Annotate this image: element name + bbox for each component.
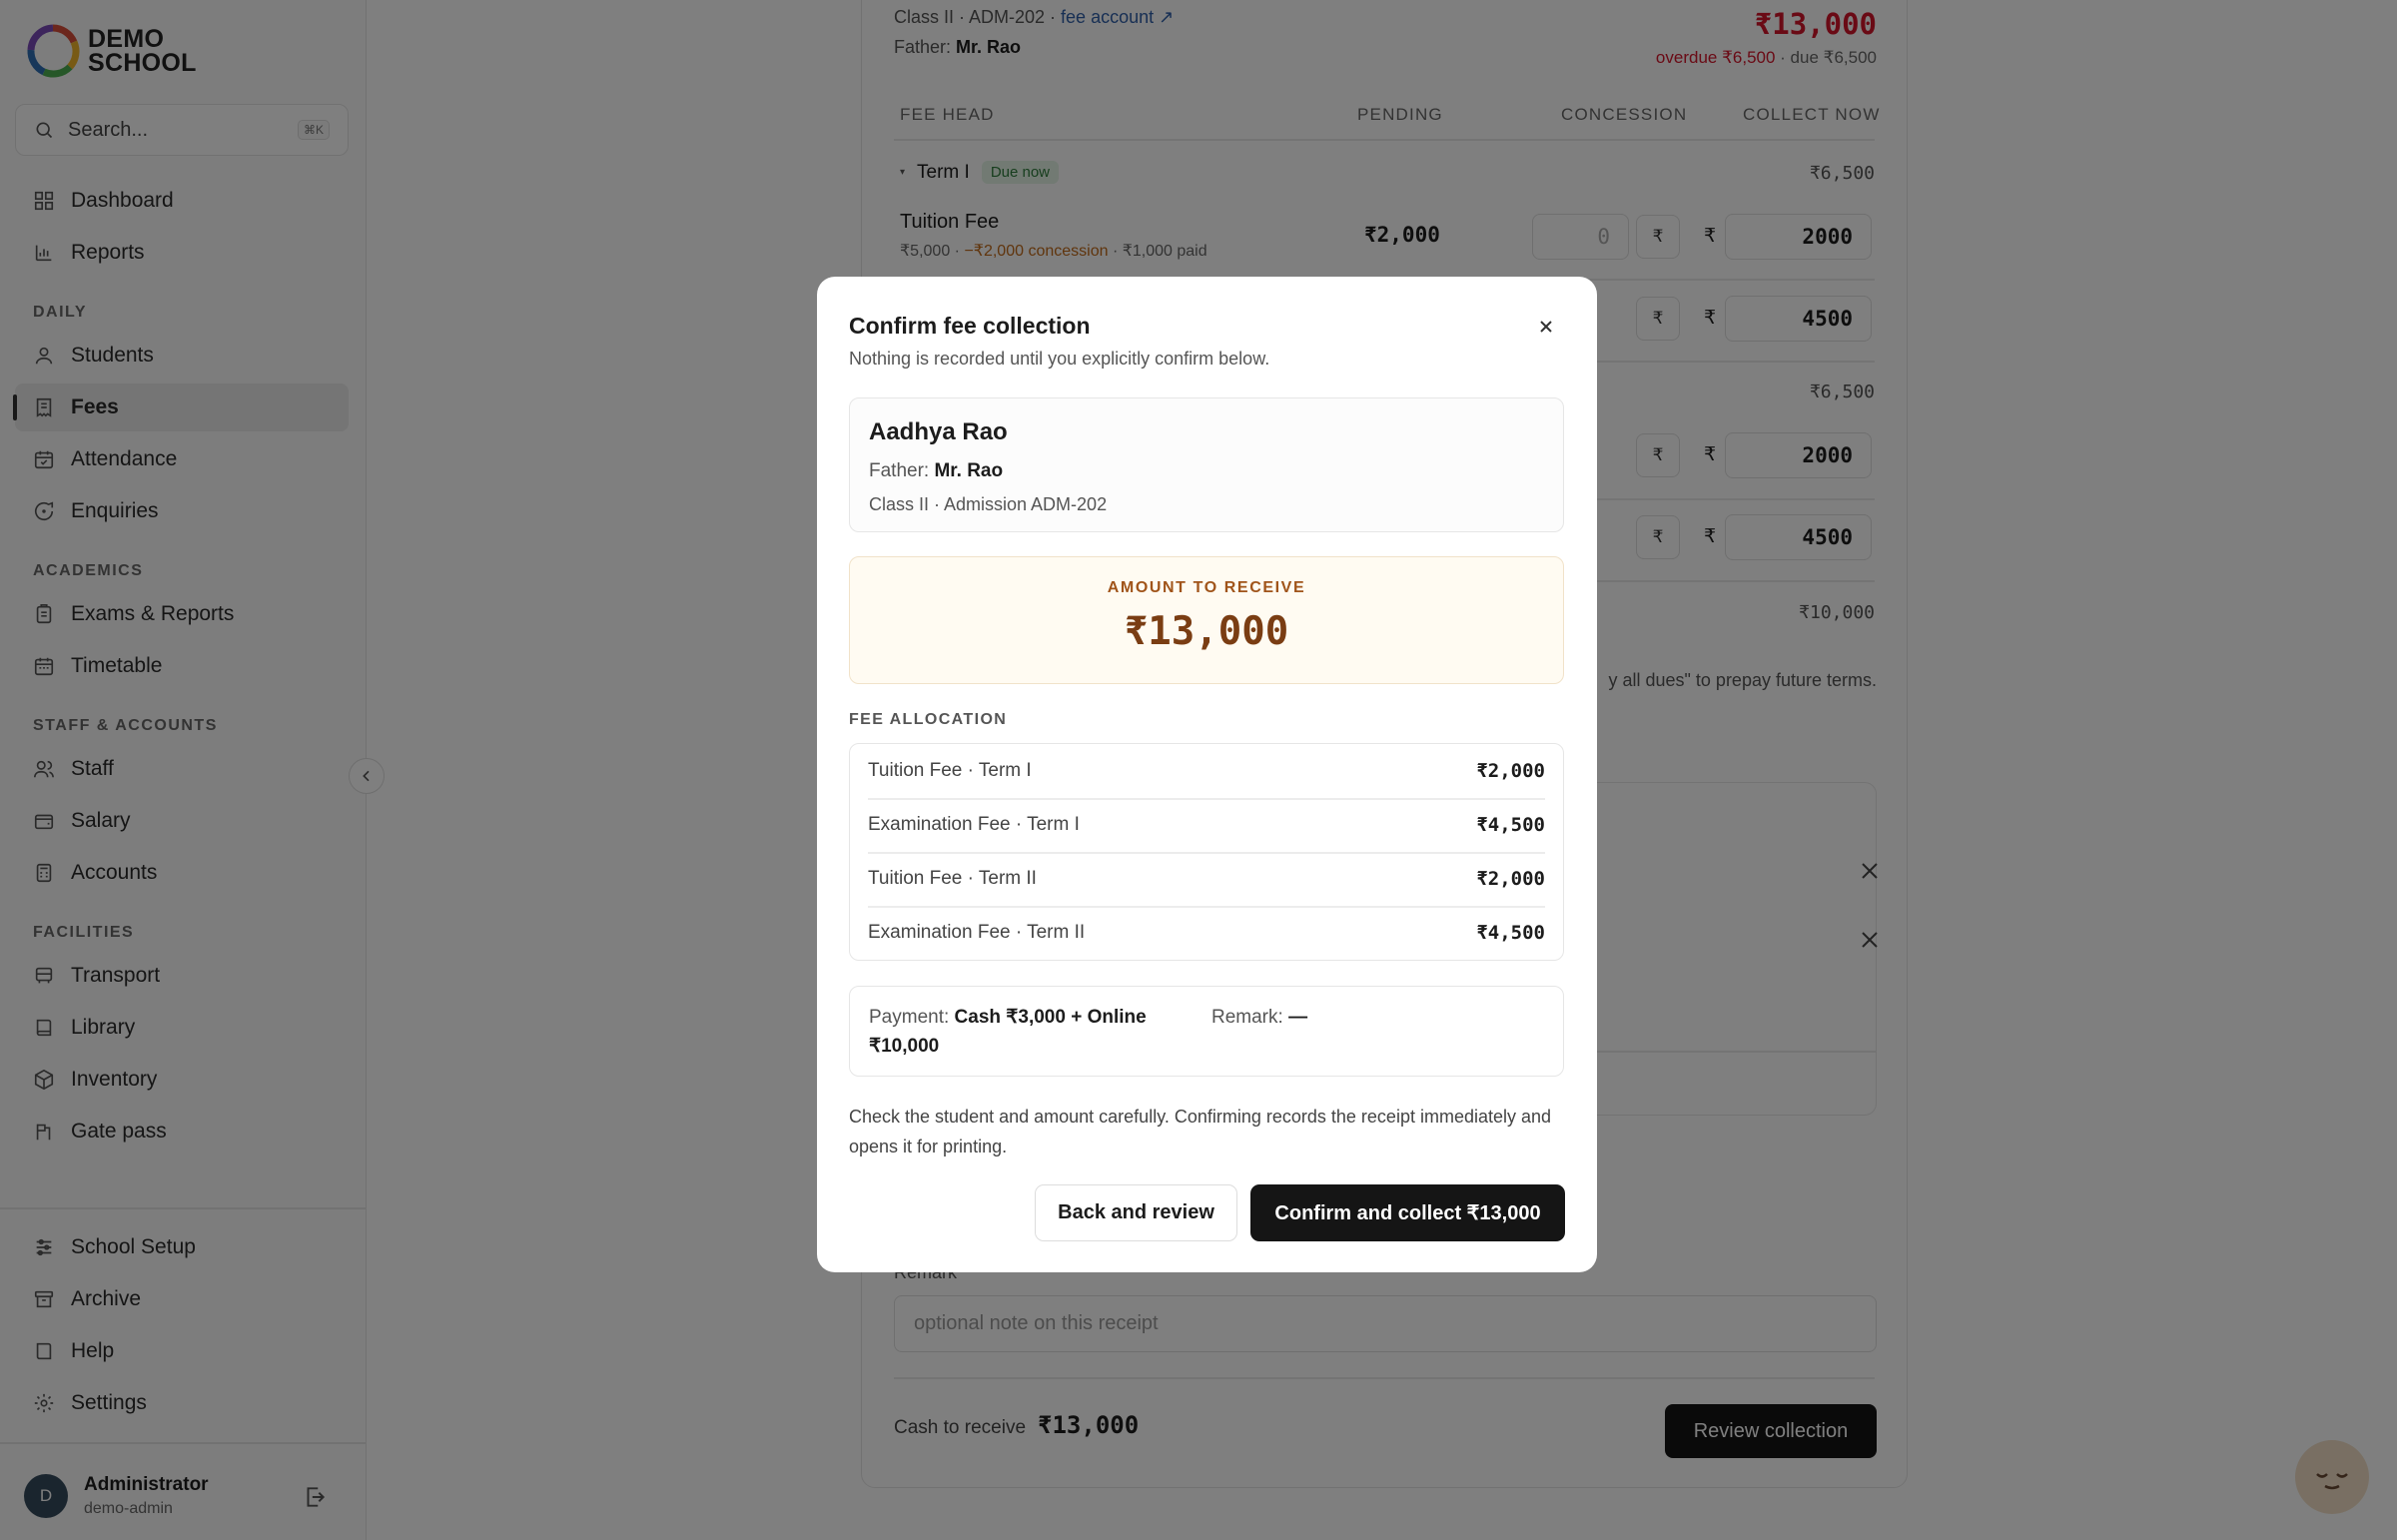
allocation-name: Tuition Fee · Term II	[868, 868, 1037, 889]
payment-label: Payment:	[869, 1007, 955, 1028]
allocation-row: Tuition Fee · Term II ₹2,000	[850, 852, 1563, 906]
allocation-amount: ₹2,000	[1476, 868, 1545, 890]
dialog-title: Confirm fee collection	[849, 313, 1091, 339]
allocation-amount: ₹2,000	[1476, 760, 1545, 782]
confirmation-note: Check the student and amount carefully. …	[849, 1107, 1552, 1156]
remark-value: —	[1288, 1007, 1308, 1028]
allocation-amount: ₹4,500	[1476, 922, 1545, 944]
father-label: Father:	[869, 460, 935, 481]
payment-summary: Payment: Cash ₹3,000 + Online ₹10,000 Re…	[849, 986, 1564, 1077]
amount-value: ₹13,000	[1124, 609, 1289, 654]
student-summary: Aadhya Rao Father: Mr. Rao Class II · Ad…	[849, 397, 1564, 532]
allocation-name: Examination Fee · Term II	[868, 922, 1086, 943]
allocation-row: Examination Fee · Term I ₹4,500	[850, 798, 1563, 852]
father-name: Mr. Rao	[934, 460, 1004, 481]
allocation-name: Examination Fee · Term I	[868, 814, 1080, 835]
remark-label: Remark:	[1211, 1007, 1289, 1028]
amount-to-receive: AMOUNT TO RECEIVE ₹13,000	[849, 556, 1564, 684]
dialog-subtitle: Nothing is recorded until you explicitly…	[849, 349, 1270, 369]
allocation-amount: ₹4,500	[1476, 814, 1545, 836]
student-name: Aadhya Rao	[869, 418, 1008, 445]
father-line: Father: Mr. Rao	[869, 460, 1544, 482]
back-and-review-button[interactable]: Back and review	[1035, 1184, 1237, 1241]
fee-allocation-table: Tuition Fee · Term I ₹2,000 Examination …	[849, 743, 1564, 961]
allocation-row: Tuition Fee · Term I ₹2,000	[850, 744, 1563, 798]
confirm-fee-collection-dialog: Confirm fee collection Nothing is record…	[817, 277, 1597, 1272]
amount-label: AMOUNT TO RECEIVE	[1107, 579, 1306, 596]
allocation-row: Examination Fee · Term II ₹4,500	[850, 906, 1563, 960]
class-line: Class II · Admission ADM-202	[869, 494, 1108, 514]
confirm-and-collect-button[interactable]: Confirm and collect ₹13,000	[1250, 1184, 1565, 1241]
close-icon[interactable]	[1534, 315, 1558, 339]
remark-line: Remark: —	[1211, 1003, 1307, 1032]
allocation-name: Tuition Fee · Term I	[868, 760, 1032, 781]
allocation-label: FEE ALLOCATION	[849, 711, 1008, 728]
payment-line: Payment: Cash ₹3,000 + Online ₹10,000	[869, 1003, 1169, 1061]
